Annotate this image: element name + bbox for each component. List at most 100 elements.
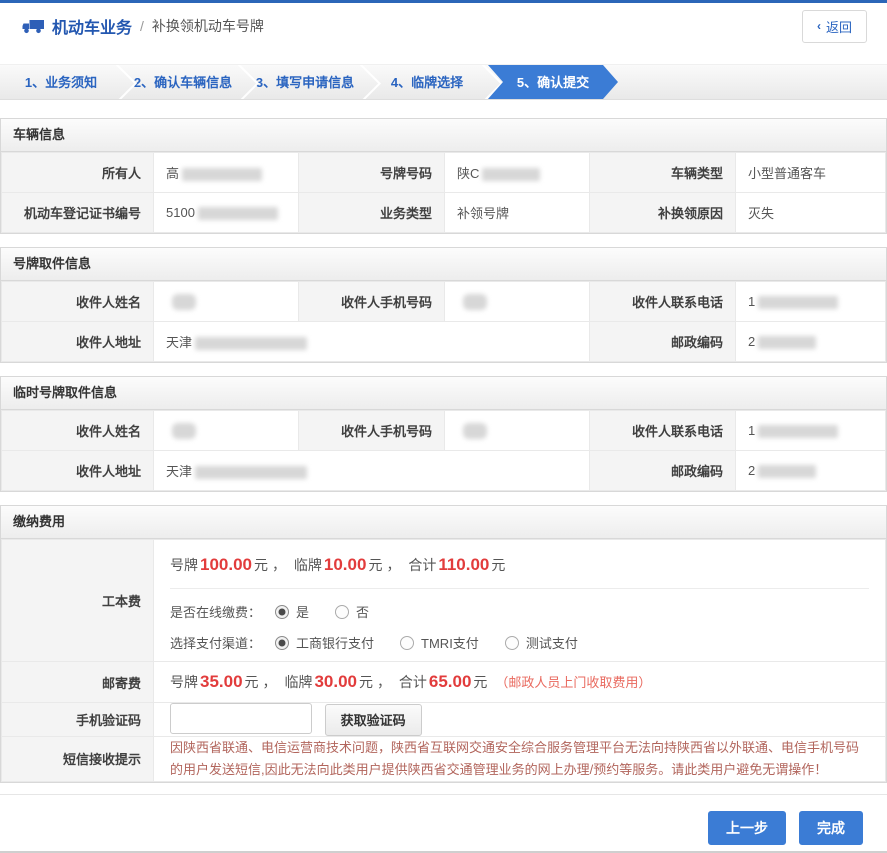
field-value: 补领号牌 — [445, 193, 590, 233]
divider — [170, 588, 869, 589]
radio-unchecked-icon[interactable] — [335, 605, 349, 619]
step-2-confirm-vehicle[interactable]: 2、确认车辆信息 — [122, 65, 244, 99]
section-vehicle-info: 车辆信息 所有人 高 号牌号码 陕C 车辆类型 小型普通客车 机动车登记证书编号… — [0, 118, 887, 234]
temp-postage-amount: 30.00 — [314, 672, 357, 691]
section-fees: 缴纳费用 工本费 号牌100.00元， 临牌10.00元， 合计110.00元 … — [0, 505, 887, 783]
field-label: 收件人手机号码 — [299, 282, 445, 322]
field-label: 邮寄费 — [2, 662, 154, 703]
field-label: 收件人地址 — [2, 322, 154, 362]
radio-unchecked-icon[interactable] — [400, 636, 414, 650]
field-label: 手机验证码 — [2, 703, 154, 737]
field-label: 收件人姓名 — [2, 282, 154, 322]
step-5-confirm-submit[interactable]: 5、确认提交 — [488, 65, 618, 99]
field-value — [445, 411, 590, 451]
section-title: 车辆信息 — [1, 119, 886, 152]
previous-step-button[interactable]: 上一步 — [708, 811, 786, 845]
field-label: 业务类型 — [299, 193, 445, 233]
redacted-text — [482, 168, 540, 181]
field-label: 邮政编码 — [590, 322, 736, 362]
page-subtitle: 补换领机动车号牌 — [152, 16, 264, 36]
section-title: 缴纳费用 — [1, 506, 886, 539]
field-value: 陕C — [445, 153, 590, 193]
total-postage-amount: 65.00 — [429, 672, 472, 691]
back-button[interactable]: ‹ 返回 — [802, 10, 867, 43]
redacted-text — [758, 425, 838, 438]
field-label: 号牌号码 — [299, 153, 445, 193]
table-row: 工本费 号牌100.00元， 临牌10.00元， 合计110.00元 是否在线缴… — [2, 540, 886, 662]
plate-postage-amount: 35.00 — [200, 672, 243, 691]
redacted-text — [463, 423, 487, 439]
radio-label: 工商银行支付 — [296, 633, 374, 652]
table-row: 所有人 高 号牌号码 陕C 车辆类型 小型普通客车 — [2, 153, 886, 193]
radio-option-icbc[interactable]: 工商银行支付 — [275, 633, 374, 652]
plate-fee-amount: 100.00 — [200, 555, 252, 574]
field-label: 所有人 — [2, 153, 154, 193]
header: 机动车业务 / 补换领机动车号牌 ‹ 返回 — [0, 3, 887, 49]
field-value: 高 — [154, 153, 299, 193]
field-value: 天津 — [154, 322, 590, 362]
field-label: 补换领原因 — [590, 193, 736, 233]
step-1-business-notice[interactable]: 1、业务须知 — [0, 65, 122, 99]
payment-channel-radio-group: 选择支付渠道： 工商银行支付 TMRI支付 测试支付 — [170, 630, 869, 661]
radio-option-yes[interactable]: 是 — [275, 602, 309, 621]
page: 机动车业务 / 补换领机动车号牌 ‹ 返回 1、业务须知 2、确认车辆信息 3、… — [0, 0, 887, 853]
postage-fee-line: 号牌35.00元， 临牌30.00元， 合计65.00元 （邮政人员上门收取费用… — [170, 674, 651, 690]
field-label: 短信接收提示 — [2, 736, 154, 781]
redacted-text — [198, 207, 278, 220]
radio-label: 测试支付 — [526, 633, 578, 652]
table-row: 邮寄费 号牌35.00元， 临牌30.00元， 合计65.00元 （邮政人员上门… — [2, 662, 886, 703]
temp-fee-amount: 10.00 — [324, 555, 367, 574]
step-wizard: 1、业务须知 2、确认车辆信息 3、填写申请信息 4、临牌选择 5、确认提交 — [0, 64, 887, 100]
redacted-text — [758, 336, 816, 349]
section-title: 号牌取件信息 — [1, 248, 886, 281]
radio-label: TMRI支付 — [421, 633, 479, 652]
step-4-temp-plate[interactable]: 4、临牌选择 — [366, 65, 488, 99]
field-label: 收件人地址 — [2, 451, 154, 491]
postage-note: （邮政人员上门收取费用） — [495, 675, 651, 690]
captcha-input[interactable] — [170, 703, 312, 734]
field-value — [154, 411, 299, 451]
redacted-text — [758, 296, 838, 309]
field-value: 1 — [736, 282, 886, 322]
chevron-left-icon: ‹ — [817, 20, 821, 32]
field-label: 机动车登记证书编号 — [2, 193, 154, 233]
page-title: 机动车业务 — [52, 14, 132, 38]
table-row: 机动车登记证书编号 5100 业务类型 补领号牌 补换领原因 灭失 — [2, 193, 886, 233]
payment-channel-question: 选择支付渠道： — [170, 633, 261, 652]
table-row: 短信接收提示 因陕西省联通、电信运营商技术问题，陕西省互联网交通安全综合服务管理… — [2, 736, 886, 781]
redacted-text — [172, 423, 196, 439]
table-row: 收件人姓名 收件人手机号码 收件人联系电话 1 — [2, 282, 886, 322]
table-row: 收件人地址 天津 邮政编码 2 — [2, 451, 886, 491]
radio-label: 否 — [356, 602, 369, 621]
radio-checked-icon[interactable] — [275, 636, 289, 650]
get-captcha-button[interactable]: 获取验证码 — [325, 704, 422, 736]
back-button-label: 返回 — [826, 17, 852, 36]
field-label: 收件人姓名 — [2, 411, 154, 451]
field-label: 收件人联系电话 — [590, 411, 736, 451]
section-plate-pickup: 号牌取件信息 收件人姓名 收件人手机号码 收件人联系电话 1 收件人地址 天津 … — [0, 247, 887, 363]
radio-option-test[interactable]: 测试支付 — [505, 633, 578, 652]
field-value: 5100 — [154, 193, 299, 233]
redacted-text — [758, 465, 816, 478]
redacted-text — [463, 294, 487, 310]
cost-fee-line: 号牌100.00元， 临牌10.00元， 合计110.00元 — [170, 540, 869, 588]
redacted-text — [172, 294, 196, 310]
field-label: 车辆类型 — [590, 153, 736, 193]
step-3-fill-application[interactable]: 3、填写申请信息 — [244, 65, 366, 99]
field-value: 天津 — [154, 451, 590, 491]
breadcrumb-separator: / — [140, 18, 144, 34]
truck-icon — [22, 18, 45, 34]
sms-notice-cell: 因陕西省联通、电信运营商技术问题，陕西省互联网交通安全综合服务管理平台无法向持陕… — [154, 736, 886, 781]
captcha-cell: 获取验证码 — [154, 703, 886, 737]
radio-unchecked-icon[interactable] — [505, 636, 519, 650]
radio-option-no[interactable]: 否 — [335, 602, 369, 621]
field-value — [445, 282, 590, 322]
redacted-text — [182, 168, 262, 181]
field-value: 1 — [736, 411, 886, 451]
total-fee-amount: 110.00 — [438, 555, 489, 574]
cost-fee-cell: 号牌100.00元， 临牌10.00元， 合计110.00元 是否在线缴费： 是 — [154, 540, 886, 662]
radio-checked-icon[interactable] — [275, 605, 289, 619]
breadcrumb: 机动车业务 / 补换领机动车号牌 — [22, 14, 264, 38]
finish-button[interactable]: 完成 — [799, 811, 863, 845]
radio-option-tmri[interactable]: TMRI支付 — [400, 633, 479, 652]
